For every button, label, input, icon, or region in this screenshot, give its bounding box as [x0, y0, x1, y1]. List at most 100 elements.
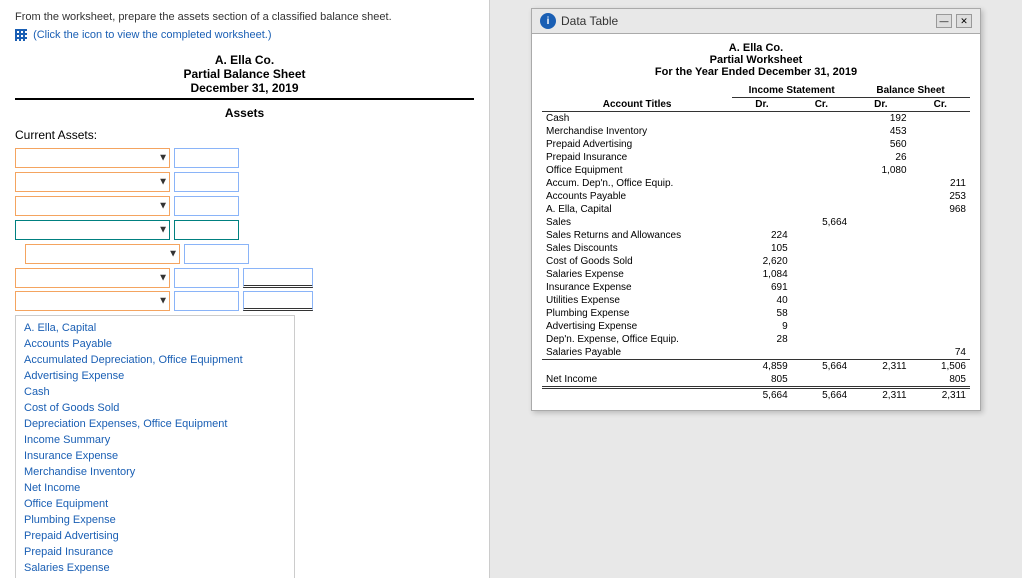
dropdown-list: A. Ella, Capital Accounts Payable Accumu…: [15, 315, 295, 578]
is-dr-cell: 58: [732, 307, 791, 320]
is-dr-cell: [732, 164, 791, 177]
is-cr-cell: [792, 190, 851, 203]
dropdown-container-7: ▼: [15, 291, 170, 311]
bs-cr-cell: 2,311: [911, 388, 970, 403]
account-cell: Cost of Goods Sold: [542, 255, 732, 268]
asset-select-4[interactable]: [15, 220, 170, 240]
account-cell: Insurance Expense: [542, 281, 732, 294]
table-row: Accounts Payable253: [542, 190, 970, 203]
is-cr-cell: [792, 242, 851, 255]
list-item-cogs[interactable]: Cost of Goods Sold: [16, 400, 294, 416]
table-row: Advertising Expense9: [542, 320, 970, 333]
dropdown-container-3: ▼: [15, 196, 170, 216]
asset-select-6[interactable]: [15, 268, 170, 288]
asset-select-2[interactable]: [15, 172, 170, 192]
list-item-cash[interactable]: Cash: [16, 384, 294, 400]
bs-dr-cell: [851, 203, 910, 216]
table-row: Cash192: [542, 112, 970, 126]
account-cell: [542, 388, 732, 403]
list-item-advertising-expense[interactable]: Advertising Expense: [16, 368, 294, 384]
dt-date: For the Year Ended December 31, 2019: [542, 66, 970, 78]
bs-cr-header: Cr.: [911, 98, 970, 112]
bs-cr-cell: 968: [911, 203, 970, 216]
bs-dr-cell: [851, 229, 910, 242]
account-cell: Salaries Payable: [542, 346, 732, 360]
amount-input-6a[interactable]: [174, 268, 239, 288]
close-button[interactable]: ✕: [956, 14, 972, 28]
is-dr-cell: 224: [732, 229, 791, 242]
account-cell: Advertising Expense: [542, 320, 732, 333]
asset-select-7[interactable]: [15, 291, 170, 311]
list-item-income-summary[interactable]: Income Summary: [16, 432, 294, 448]
account-col-header: Account Titles: [542, 98, 732, 112]
list-item-plumbing-expense[interactable]: Plumbing Expense: [16, 512, 294, 528]
group-header-row: Income Statement Balance Sheet: [542, 84, 970, 98]
bs-dr-cell: [851, 177, 910, 190]
bs-dr-cell: [851, 333, 910, 346]
is-dr-cell: 40: [732, 294, 791, 307]
asset-select-1[interactable]: [15, 148, 170, 168]
is-cr-cell: [792, 346, 851, 360]
list-item-prepaid-insurance[interactable]: Prepaid Insurance: [16, 544, 294, 560]
asset-row-7: ▼: [15, 291, 474, 311]
dropdown-container-6: ▼: [15, 268, 170, 288]
is-dr-cell: 9: [732, 320, 791, 333]
is-cr-cell: [792, 307, 851, 320]
bs-dr-cell: 2,311: [851, 360, 910, 374]
window-title-text: Data Table: [561, 14, 618, 28]
is-dr-header: Dr.: [732, 98, 791, 112]
is-dr-cell: 5,664: [732, 388, 791, 403]
bs-dr-cell: [851, 190, 910, 203]
list-item-prepaid-advertising[interactable]: Prepaid Advertising: [16, 528, 294, 544]
amount-input-1[interactable]: [174, 148, 239, 168]
dropdown-container-2: ▼: [15, 172, 170, 192]
table-row: Sales Discounts105: [542, 242, 970, 255]
amount-input-4[interactable]: [174, 220, 239, 240]
amount-input-3[interactable]: [174, 196, 239, 216]
bs-dr-cell: 560: [851, 138, 910, 151]
is-cr-cell: 5,664: [792, 388, 851, 403]
table-row: Prepaid Insurance26: [542, 151, 970, 164]
account-cell: Prepaid Advertising: [542, 138, 732, 151]
table-row: Cost of Goods Sold2,620: [542, 255, 970, 268]
is-dr-cell: 2,620: [732, 255, 791, 268]
minimize-button[interactable]: —: [936, 14, 952, 28]
list-item-merchandise-inventory[interactable]: Merchandise Inventory: [16, 464, 294, 480]
asset-select-3[interactable]: [15, 196, 170, 216]
company-header: A. Ella Co. Partial Balance Sheet Decemb…: [15, 53, 474, 120]
amount-input-7b[interactable]: [243, 291, 313, 311]
account-cell: Office Equipment: [542, 164, 732, 177]
is-cr-cell: [792, 333, 851, 346]
is-dr-cell: [732, 346, 791, 360]
info-icon: i: [540, 13, 556, 29]
amount-input-6b[interactable]: [243, 268, 313, 288]
company-name: A. Ella Co.: [15, 53, 474, 67]
list-item-salaries-expense[interactable]: Salaries Expense: [16, 560, 294, 576]
list-item-net-income[interactable]: Net Income: [16, 480, 294, 496]
bs-cr-cell: [911, 112, 970, 126]
is-cr-cell: [792, 151, 851, 164]
list-item-dep-expense[interactable]: Depreciation Expenses, Office Equipment: [16, 416, 294, 432]
list-item-accounts-payable[interactable]: Accounts Payable: [16, 336, 294, 352]
amount-input-7a[interactable]: [174, 291, 239, 311]
bs-cr-cell: [911, 216, 970, 229]
worksheet-link[interactable]: (Click the icon to view the completed wo…: [15, 29, 474, 41]
list-item-accum-dep[interactable]: Accumulated Depreciation, Office Equipme…: [16, 352, 294, 368]
bs-cr-cell: 253: [911, 190, 970, 203]
list-item-insurance-expense[interactable]: Insurance Expense: [16, 448, 294, 464]
is-cr-cell: 5,664: [792, 360, 851, 374]
bs-cr-cell: [911, 138, 970, 151]
amount-input-2[interactable]: [174, 172, 239, 192]
asset-select-5[interactable]: [25, 244, 180, 264]
balance-sheet-title: Partial Balance Sheet: [15, 67, 474, 81]
table-row: Accum. Dep'n., Office Equip.211: [542, 177, 970, 190]
bs-dr-cell: [851, 346, 910, 360]
list-item-ella-capital[interactable]: A. Ella, Capital: [16, 320, 294, 336]
is-dr-cell: 691: [732, 281, 791, 294]
bs-dr-cell: [851, 242, 910, 255]
list-item-office-equipment[interactable]: Office Equipment: [16, 496, 294, 512]
account-cell: Net Income: [542, 373, 732, 388]
amount-input-5a[interactable]: [184, 244, 249, 264]
bs-cr-cell: 1,506: [911, 360, 970, 374]
is-cr-header: Cr.: [792, 98, 851, 112]
